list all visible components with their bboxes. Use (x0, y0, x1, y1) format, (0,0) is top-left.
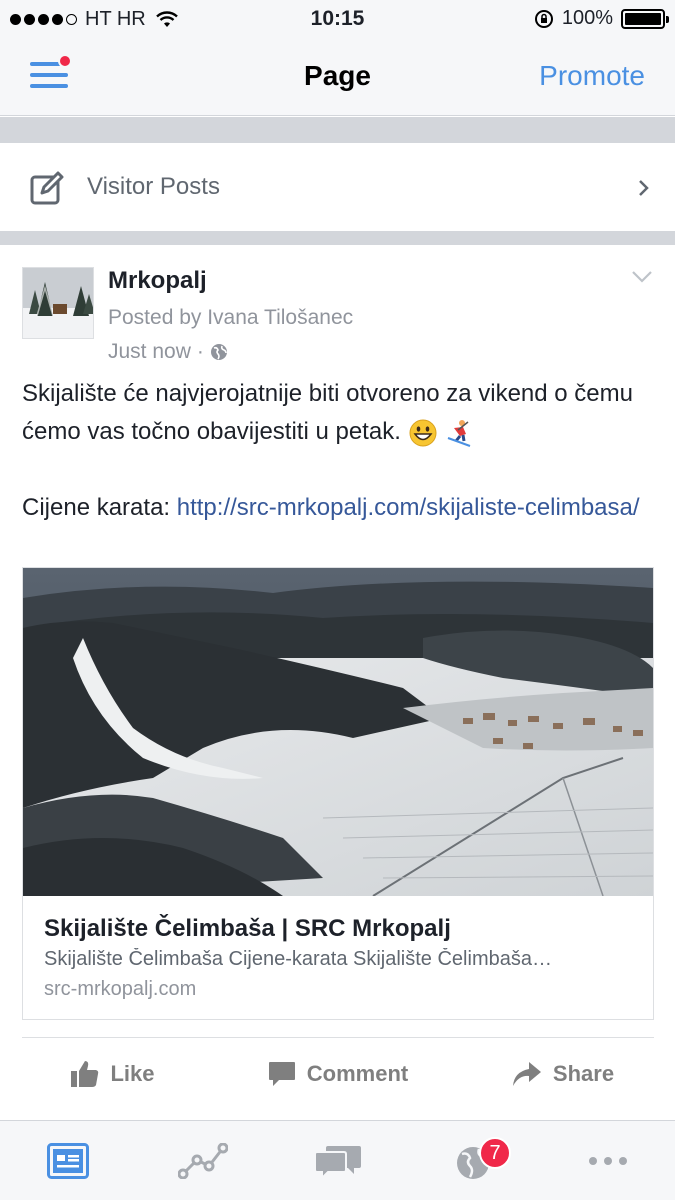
status-bar: HT HR 10:15 100% (0, 0, 675, 40)
rotation-lock-icon (534, 9, 553, 28)
link-preview-image (23, 568, 653, 896)
compose-icon (30, 171, 64, 205)
tab-messages[interactable] (270, 1121, 405, 1200)
link-preview-description: Skijalište Čelimbaša Cijene-karata Skija… (44, 948, 552, 970)
promote-button[interactable]: Promote (539, 60, 645, 92)
grinning-face-icon (409, 419, 437, 447)
tab-more[interactable] (540, 1121, 675, 1200)
link-preview-card[interactable]: Skijalište Čelimbaša | SRC Mrkopalj Skij… (22, 567, 654, 1020)
section-divider (0, 117, 675, 143)
like-label: Like (110, 1061, 155, 1086)
post-body: Skijalište će najvjerojatnije biti otvor… (22, 375, 652, 527)
action-divider (22, 1037, 654, 1038)
share-button[interactable]: Share (450, 1050, 675, 1098)
tab-notifications[interactable]: 7 (405, 1121, 540, 1200)
thumbs-up-icon (71, 1061, 99, 1087)
skier-icon (447, 419, 471, 447)
post-meta: Just now · (108, 340, 228, 364)
post-timestamp[interactable]: Just now (108, 340, 191, 364)
notifications-badge: 7 (479, 1137, 511, 1169)
battery-icon (621, 8, 669, 29)
link-preview-title: Skijalište Čelimbaša | SRC Mrkopalj (44, 915, 451, 942)
news-feed-icon (46, 1143, 89, 1179)
insights-graph-icon (177, 1143, 228, 1179)
comment-icon (268, 1062, 295, 1086)
post-link[interactable]: http://src-mrkopalj.com/skijaliste-celim… (177, 494, 640, 521)
chevron-right-icon (639, 180, 649, 196)
comment-label: Comment (306, 1061, 409, 1086)
tab-insights[interactable] (135, 1121, 270, 1200)
share-label: Share (552, 1061, 615, 1086)
tab-page[interactable] (0, 1121, 135, 1200)
visitor-posts-label: Visitor Posts (87, 173, 220, 200)
meta-separator: · (196, 340, 204, 363)
link-preview-domain: src-mrkopalj.com (44, 978, 197, 1000)
share-arrow-icon (512, 1062, 541, 1086)
globe-icon (210, 344, 227, 360)
visitor-posts-row[interactable]: Visitor Posts (0, 143, 675, 231)
comment-button[interactable]: Comment (225, 1050, 450, 1098)
status-right: 100% (534, 7, 669, 30)
post-card: Mrkopalj Posted by Ivana Tilošanec Just … (0, 245, 675, 1120)
post-options-chevron-icon[interactable] (631, 265, 653, 287)
post-action-bar: Like Comment Share (0, 1050, 675, 1098)
like-button[interactable]: Like (0, 1050, 225, 1098)
navigation-bar: Page Promote (0, 40, 675, 116)
post-author[interactable]: Mrkopalj (108, 267, 207, 295)
section-divider (0, 231, 675, 245)
messages-icon (313, 1146, 361, 1180)
more-dots-icon (588, 1157, 627, 1165)
page-avatar[interactable] (22, 267, 94, 339)
bottom-tab-bar: 7 (0, 1120, 675, 1200)
battery-percent: 100% (561, 7, 613, 29)
price-label: Cijene karata: (22, 494, 171, 521)
post-text: Skijalište će najvjerojatnije biti otvor… (22, 380, 633, 445)
posted-by: Posted by Ivana Tilošanec (108, 306, 354, 329)
